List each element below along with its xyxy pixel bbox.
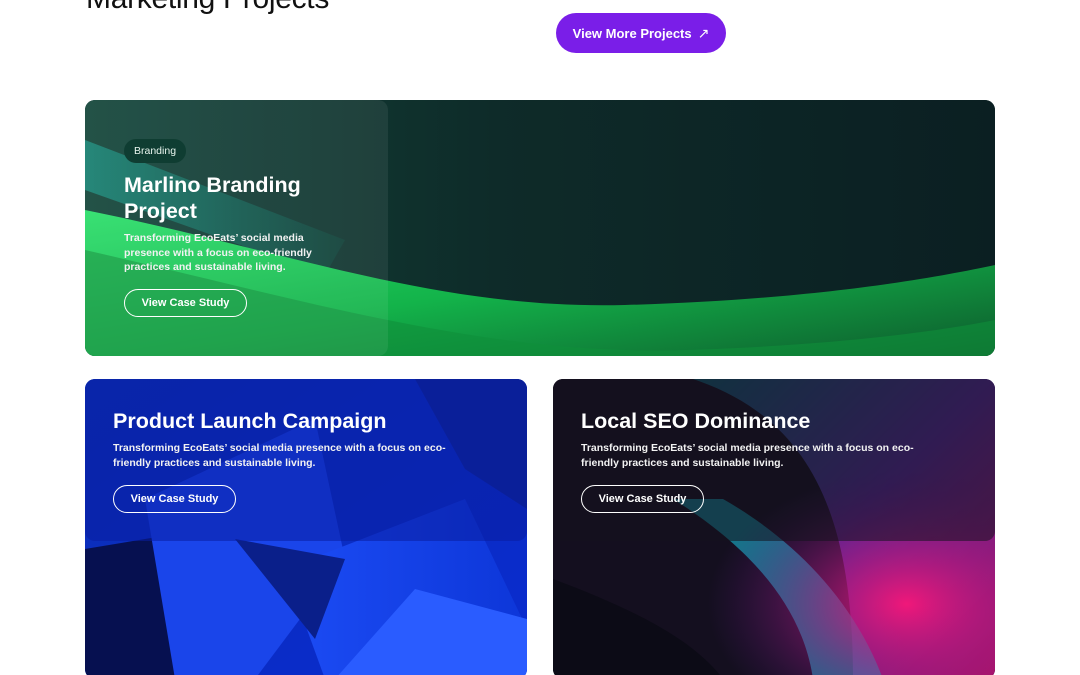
arrow-up-right-icon: ↗ <box>697 24 710 41</box>
project-title: Local SEO Dominance <box>581 409 811 433</box>
project-description: Transforming EcoEats’ social media prese… <box>113 442 446 469</box>
project-card-branding[interactable]: Branding Marlino Branding Project Transf… <box>85 100 995 356</box>
project-card-product-launch[interactable]: Product Launch Campaign Transforming Eco… <box>85 379 527 675</box>
category-badge: Branding <box>124 139 187 163</box>
project-title: Marlino Branding Project <box>124 173 301 223</box>
view-case-study-button[interactable]: View Case Study <box>113 485 236 513</box>
project-card-panel <box>85 100 388 356</box>
view-more-projects-button[interactable]: View More Projects ↗ <box>556 13 726 53</box>
view-case-study-button[interactable]: View Case Study <box>124 289 247 317</box>
project-description: Transforming EcoEats’ social media prese… <box>124 232 312 273</box>
projects-section: Marketing Projects View More Projects ↗ <box>0 0 1080 675</box>
view-case-study-button[interactable]: View Case Study <box>581 485 704 513</box>
section-title: Marketing Projects <box>86 0 329 16</box>
project-description: Transforming EcoEats’ social media prese… <box>581 442 914 469</box>
project-title: Product Launch Campaign <box>113 409 387 433</box>
project-card-local-seo[interactable]: Local SEO Dominance Transforming EcoEats… <box>553 379 995 675</box>
view-more-projects-label: View More Projects <box>572 25 692 41</box>
